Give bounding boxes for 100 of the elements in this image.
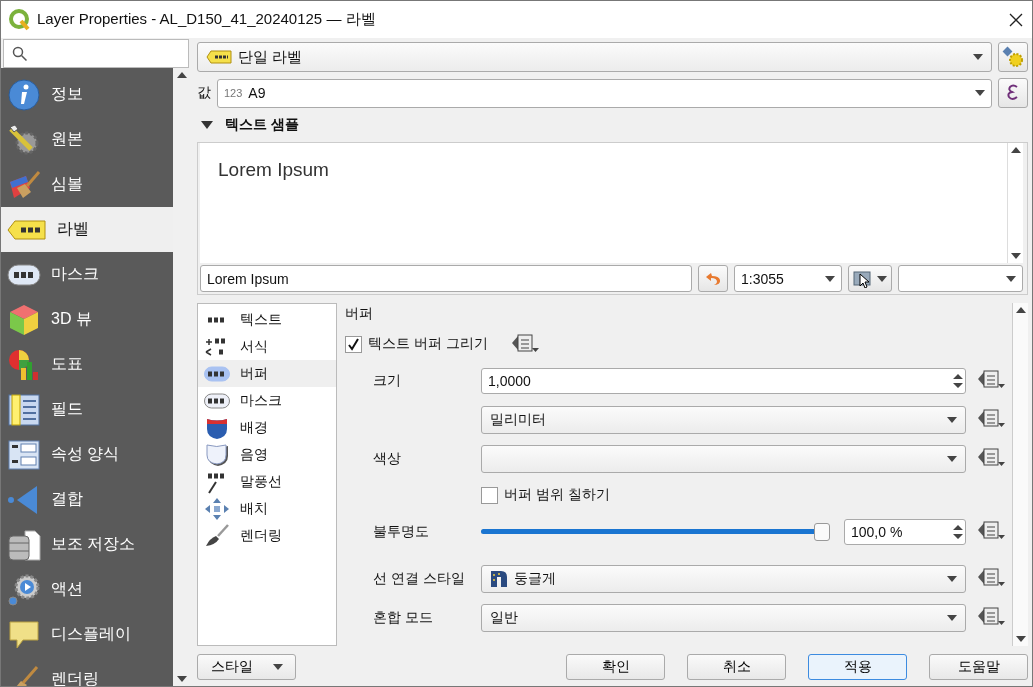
color-field[interactable] <box>898 265 1023 292</box>
scrollbar[interactable] <box>1007 143 1023 263</box>
checkbox-label: 텍스트 버퍼 그리기 <box>368 335 488 353</box>
color-button[interactable] <box>481 444 966 473</box>
wrench-gear-icon <box>7 122 41 157</box>
buffer-icon <box>204 365 230 382</box>
join-style-dropdown[interactable]: 둥글게 <box>481 564 966 593</box>
caret-icon <box>947 614 957 621</box>
caret-icon <box>947 455 957 462</box>
sample-preview-text: Lorem Ipsum <box>217 158 330 182</box>
value-field[interactable]: 123 A9 <box>217 78 992 108</box>
sidebar-item[interactable]: 라벨 <box>1 207 173 252</box>
database-icon <box>7 527 41 562</box>
scroll-down-icon[interactable] <box>1015 636 1026 642</box>
section-item[interactable]: 렌더링 <box>198 522 336 549</box>
sidebar-item[interactable]: 3D 뷰 <box>1 297 173 342</box>
sidebar-item[interactable]: 결합 <box>1 477 173 522</box>
scroll-up-icon[interactable] <box>1015 307 1026 313</box>
section-item[interactable]: 말풍선 <box>198 468 336 495</box>
data-defined-icon[interactable] <box>976 605 1006 627</box>
scroll-down-icon[interactable] <box>177 676 187 682</box>
round-join-icon <box>490 569 508 588</box>
mask-icon <box>204 392 230 409</box>
shield-shadow-icon <box>204 443 230 466</box>
scroll-up-icon[interactable] <box>1010 147 1021 153</box>
field-label: 선 연결 스타일 <box>372 569 466 588</box>
scroll-up-icon[interactable] <box>177 72 187 78</box>
data-defined-icon[interactable] <box>976 519 1006 541</box>
dialog-button[interactable]: 적용 <box>808 654 907 680</box>
caret-icon <box>947 416 957 423</box>
search-field[interactable] <box>3 39 189 68</box>
spin-arrows-icon <box>951 371 965 390</box>
data-defined-icon[interactable] <box>509 331 540 354</box>
rule-settings-button[interactable] <box>998 42 1028 72</box>
info-icon <box>7 77 41 112</box>
expression-button[interactable] <box>998 78 1028 108</box>
checkbox[interactable] <box>481 486 498 504</box>
sidebar-item[interactable]: 마스크 <box>1 252 173 297</box>
section-item[interactable]: 음영 <box>198 441 336 468</box>
size-spinbox[interactable]: 1,0000 <box>481 367 966 394</box>
window-title: Layer Properties - AL_D150_41_20240125 — 라벨 <box>37 10 377 29</box>
caret-icon <box>973 54 983 60</box>
checkbox-label: 버퍼 범위 칠하기 <box>504 486 610 504</box>
checkbox[interactable] <box>345 335 362 353</box>
shield-icon <box>204 416 230 439</box>
undo-icon <box>705 270 721 287</box>
sidebar-item[interactable]: 원본 <box>1 117 173 162</box>
sidebar-item[interactable]: 속성 양식 <box>1 432 173 477</box>
dialog-button[interactable]: 도움말 <box>929 654 1028 680</box>
text-sample-header[interactable]: 텍스트 샘플 <box>197 114 1028 136</box>
slider-handle[interactable] <box>814 522 830 541</box>
caret-icon <box>975 90 985 96</box>
dialog-button[interactable]: 확인 <box>566 654 665 680</box>
move-arrows-icon <box>204 496 230 521</box>
sample-text-field[interactable]: Lorem Ipsum <box>200 265 692 292</box>
section-item[interactable]: 서식 <box>198 333 336 360</box>
data-defined-icon[interactable] <box>976 566 1006 588</box>
dialog-button[interactable]: 취소 <box>687 654 786 680</box>
scrollbar[interactable] <box>1012 303 1028 646</box>
caret-icon <box>1006 275 1016 282</box>
style-button[interactable]: 스타일 <box>197 654 296 680</box>
reset-button[interactable] <box>698 265 728 292</box>
section-title: 버퍼 <box>345 304 374 323</box>
section-item[interactable]: 배치 <box>198 495 336 522</box>
close-icon[interactable] <box>1008 11 1024 28</box>
label-tag-icon <box>7 218 47 241</box>
caret-icon <box>272 664 283 670</box>
gear-play-icon <box>7 572 41 607</box>
section-item[interactable]: 배경 <box>198 414 336 441</box>
sidebar-item[interactable]: 보조 저장소 <box>1 522 173 567</box>
sidebar-item[interactable]: 필드 <box>1 387 173 432</box>
sidebar-item[interactable]: 디스플레이 <box>1 612 173 657</box>
scale-dropdown[interactable]: 1:3055 <box>734 265 842 292</box>
data-defined-icon[interactable] <box>976 446 1006 468</box>
section-item[interactable]: 버퍼 <box>198 360 336 387</box>
sidebar-item[interactable]: 액션 <box>1 567 173 612</box>
form-layout-icon <box>7 437 41 472</box>
data-defined-icon[interactable] <box>976 368 1006 390</box>
section-item[interactable]: 마스크 <box>198 387 336 414</box>
caret-icon <box>947 575 957 582</box>
collapse-arrow-icon <box>201 120 213 130</box>
blend-mode-dropdown[interactable]: 일반 <box>481 603 966 632</box>
unit-dropdown[interactable]: 밀리미터 <box>481 405 966 434</box>
scroll-down-icon[interactable] <box>1010 253 1021 259</box>
field-label: 혼합 모드 <box>372 608 434 627</box>
opacity-slider[interactable] <box>481 521 830 542</box>
cube-icon <box>7 302 41 337</box>
sidebar-item[interactable]: 정보 <box>1 72 173 117</box>
label-mode-dropdown[interactable]: 단일 라벨 <box>197 42 992 72</box>
sidebar-item[interactable]: 심볼 <box>1 162 173 207</box>
section-item[interactable]: 텍스트 <box>198 306 336 333</box>
sidebar-item[interactable]: 도표 <box>1 342 173 387</box>
opacity-spinbox[interactable]: 100,0 % <box>844 518 966 545</box>
field-label: 크기 <box>372 371 402 390</box>
data-defined-icon[interactable] <box>976 407 1006 429</box>
field-label: 불투명도 <box>372 522 430 541</box>
sidebar-item[interactable]: 렌더링 <box>1 657 173 686</box>
map-scale-button[interactable] <box>848 265 892 292</box>
caret-icon <box>877 275 887 282</box>
cursor-icon <box>853 269 873 288</box>
